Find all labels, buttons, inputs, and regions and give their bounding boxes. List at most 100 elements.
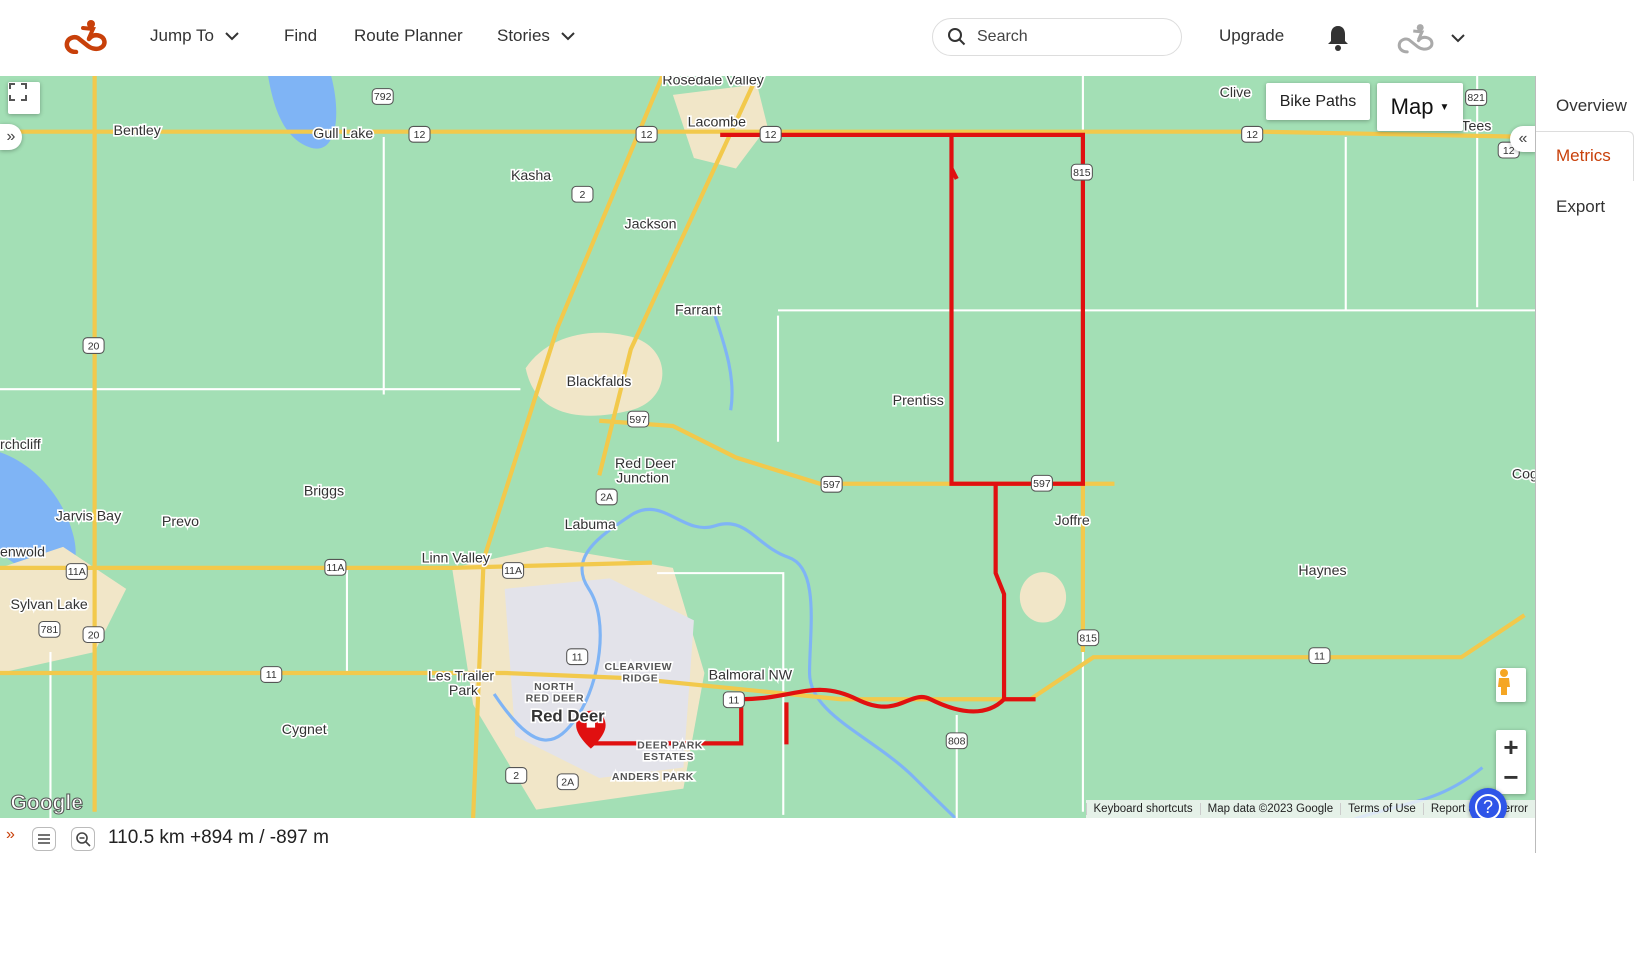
nav-route-planner[interactable]: Route Planner bbox=[354, 26, 463, 46]
svg-text:Joffre: Joffre bbox=[1055, 513, 1090, 529]
highway-shield: 792 bbox=[371, 88, 394, 105]
zoom-out-button[interactable]: − bbox=[1503, 762, 1518, 792]
svg-text:Prentiss: Prentiss bbox=[893, 393, 944, 409]
svg-text:Farrant: Farrant bbox=[675, 303, 721, 319]
svg-text:ESTATES: ESTATES bbox=[643, 751, 694, 763]
svg-text:597: 597 bbox=[823, 479, 841, 491]
svg-text:RED DEER: RED DEER bbox=[526, 692, 584, 704]
collapse-right-panel-button[interactable]: « bbox=[1510, 126, 1535, 152]
upgrade-label: Upgrade bbox=[1219, 26, 1285, 45]
top-nav: Jump To Find Route Planner Stories Upgra… bbox=[0, 0, 1640, 76]
svg-text:Park: Park bbox=[449, 683, 479, 699]
list-button[interactable] bbox=[32, 827, 56, 851]
tab-metrics[interactable]: Metrics bbox=[1556, 146, 1611, 166]
svg-text:Les Trailer: Les Trailer bbox=[428, 668, 495, 684]
svg-text:12: 12 bbox=[1246, 129, 1258, 141]
help-button[interactable]: ? bbox=[1469, 788, 1507, 818]
highway-shield: 20 bbox=[82, 337, 105, 354]
svg-text:12: 12 bbox=[765, 129, 777, 141]
svg-text:11: 11 bbox=[1314, 650, 1325, 662]
svg-text:Haynes: Haynes bbox=[1298, 563, 1346, 579]
map-canvas[interactable]: Rosedale Valley Lacombe Bentley Gull Lak… bbox=[0, 76, 1535, 818]
ride-logo-icon[interactable] bbox=[62, 18, 108, 59]
highway-shield: 11 bbox=[260, 666, 283, 683]
svg-text:11A: 11A bbox=[504, 565, 522, 577]
svg-text:20: 20 bbox=[88, 629, 100, 641]
svg-text:Prevo: Prevo bbox=[162, 514, 199, 530]
chevron-down-icon bbox=[225, 32, 239, 41]
svg-text:Red Deer: Red Deer bbox=[531, 706, 605, 725]
highway-shield: 20 bbox=[82, 626, 105, 644]
svg-text:enwold: enwold bbox=[0, 544, 45, 560]
svg-text:Linn Valley: Linn Valley bbox=[422, 551, 491, 567]
highway-shield: 11A bbox=[502, 562, 525, 579]
svg-text:Cog: Cog bbox=[1512, 467, 1535, 483]
double-chevron-left-icon: « bbox=[1518, 130, 1528, 147]
nav-find[interactable]: Find bbox=[284, 26, 317, 46]
svg-text:DEER PARK: DEER PARK bbox=[637, 740, 703, 752]
expand-up-icon[interactable]: » bbox=[6, 826, 15, 844]
terms-link[interactable]: Terms of Use bbox=[1340, 803, 1423, 815]
tab-label: Overview bbox=[1556, 96, 1627, 115]
svg-text:792: 792 bbox=[374, 91, 392, 103]
svg-text:11A: 11A bbox=[68, 566, 86, 578]
svg-text:11A: 11A bbox=[326, 562, 344, 574]
map-type-dropdown[interactable]: Map ▼ bbox=[1377, 83, 1463, 131]
search-box[interactable] bbox=[932, 18, 1182, 56]
search-input[interactable] bbox=[977, 28, 1157, 46]
tab-label: Metrics bbox=[1556, 146, 1611, 165]
google-logo: Google bbox=[11, 792, 83, 815]
highway-shield: 11A bbox=[324, 558, 347, 576]
highway-shield: 821 bbox=[1465, 89, 1488, 106]
nav-jump-to[interactable]: Jump To bbox=[150, 26, 242, 46]
keyboard-shortcuts-link[interactable]: Keyboard shortcuts bbox=[1085, 803, 1200, 815]
zoom-to-route-button[interactable] bbox=[71, 827, 95, 851]
route-stats-bar: » 110.5 km +894 m / -897 m bbox=[0, 822, 1535, 854]
svg-text:Blackfalds: Blackfalds bbox=[567, 374, 632, 390]
fullscreen-button[interactable] bbox=[8, 82, 40, 114]
street-view-pegman[interactable] bbox=[1496, 668, 1526, 702]
bell-icon[interactable] bbox=[1326, 24, 1350, 52]
list-icon bbox=[38, 834, 50, 844]
zoom-in-button[interactable]: + bbox=[1503, 732, 1518, 762]
svg-text:597: 597 bbox=[629, 414, 647, 426]
svg-text:11: 11 bbox=[728, 694, 739, 706]
svg-text:20: 20 bbox=[88, 340, 100, 352]
svg-text:Labuma: Labuma bbox=[565, 517, 616, 533]
svg-text:RIDGE: RIDGE bbox=[622, 672, 658, 684]
chevron-down-icon[interactable] bbox=[1448, 28, 1468, 48]
svg-text:Bentley: Bentley bbox=[114, 123, 162, 139]
svg-text:Rosedale Valley: Rosedale Valley bbox=[662, 76, 764, 88]
tab-overview[interactable]: Overview bbox=[1556, 96, 1627, 116]
svg-text:Gull Lake: Gull Lake bbox=[313, 126, 373, 142]
svg-text:Junction: Junction bbox=[616, 471, 669, 487]
svg-text:2A: 2A bbox=[561, 776, 574, 788]
chevron-down-icon bbox=[561, 32, 575, 41]
svg-text:CLEARVIEW: CLEARVIEW bbox=[605, 661, 673, 673]
svg-text:815: 815 bbox=[1079, 632, 1097, 644]
svg-text:NORTH: NORTH bbox=[534, 681, 574, 693]
pegman-icon bbox=[1498, 669, 1510, 695]
highway-shield: 597 bbox=[820, 475, 843, 493]
nav-stories[interactable]: Stories bbox=[497, 26, 578, 46]
tab-export[interactable]: Export bbox=[1556, 197, 1605, 217]
nav-label: Find bbox=[284, 26, 318, 45]
map-type-label: Map bbox=[1390, 94, 1434, 119]
bike-paths-button[interactable]: Bike Paths bbox=[1266, 83, 1370, 120]
svg-text:Clive: Clive bbox=[1220, 85, 1252, 101]
svg-text:Red Deer: Red Deer bbox=[615, 456, 676, 472]
svg-text:815: 815 bbox=[1073, 167, 1091, 179]
highway-shield: 2 bbox=[505, 767, 528, 784]
map-data-label: Map data ©2023 Google bbox=[1199, 803, 1340, 815]
svg-text:821: 821 bbox=[1467, 92, 1485, 104]
highway-shield: 11A bbox=[65, 563, 88, 580]
svg-text:12: 12 bbox=[641, 129, 653, 141]
highway-shield: 12 bbox=[635, 125, 658, 143]
upgrade-link[interactable]: Upgrade bbox=[1219, 26, 1284, 46]
route-stats: 110.5 km +894 m / -897 m bbox=[108, 827, 329, 848]
svg-text:781: 781 bbox=[41, 624, 59, 636]
highway-shield: 808 bbox=[945, 732, 968, 750]
svg-text:Cygnet: Cygnet bbox=[282, 722, 327, 738]
highway-shield: 2A bbox=[556, 773, 579, 791]
avatar-cyclist-icon[interactable] bbox=[1395, 22, 1435, 54]
